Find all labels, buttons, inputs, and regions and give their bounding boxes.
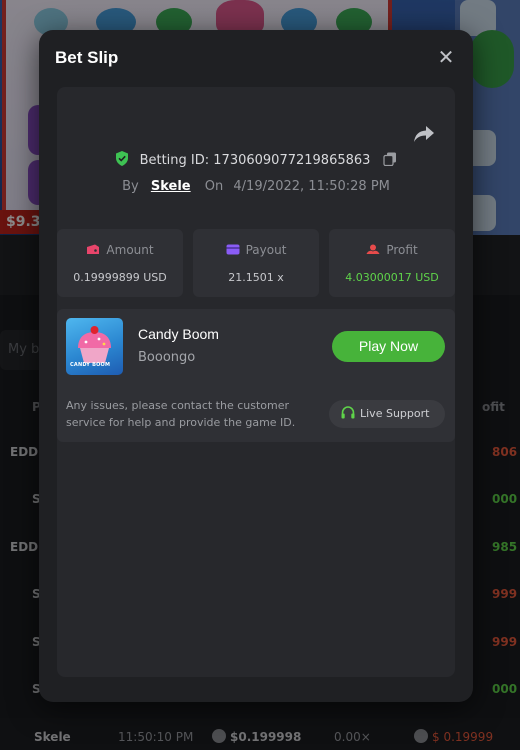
bet-datetime: 4/19/2022, 11:50:28 PM <box>233 179 390 194</box>
live-support-label: Live Support <box>360 407 430 420</box>
support-hint-text: Any issues, please contact the customer … <box>66 399 296 429</box>
username-link[interactable]: Skele <box>151 179 191 194</box>
game-card: CANDY BOOM Candy Boom Booongo Play Now A… <box>57 309 455 442</box>
bet-owner-line: By Skele On 4/19/2022, 11:50:28 PM <box>57 179 455 194</box>
betting-id-label: Betting ID: <box>139 153 210 168</box>
profit-label-row: Profit <box>329 243 455 257</box>
headphones-icon <box>341 406 355 419</box>
profit-stat: Profit 4.03000017 USD <box>329 229 455 297</box>
payout-label-row: Payout <box>193 243 319 257</box>
betting-id-value: 1730609077219865863 <box>213 153 371 168</box>
copy-icon[interactable] <box>382 152 397 166</box>
profit-value: 4.03000017 USD <box>345 271 439 284</box>
play-now-button[interactable]: Play Now <box>332 331 445 362</box>
by-label: By <box>122 179 139 194</box>
game-thumbnail[interactable]: CANDY BOOM <box>66 318 123 375</box>
profit-icon <box>366 244 380 254</box>
profit-label: Profit <box>386 243 418 257</box>
game-thumb-label: CANDY BOOM <box>70 362 111 368</box>
game-provider: Booongo <box>138 350 196 365</box>
amount-icon <box>87 244 100 254</box>
live-support-button[interactable]: Live Support <box>329 400 445 428</box>
modal-title: Bet Slip <box>55 48 119 67</box>
amount-value: 0.19999899 USD <box>73 271 167 284</box>
game-name: Candy Boom <box>138 326 219 342</box>
bet-details-panel: Betting ID: 1730609077219865863 By Skele… <box>57 87 455 677</box>
payout-label: Payout <box>245 243 287 257</box>
payout-stat: Payout 21.1501 x <box>193 229 319 297</box>
bet-slip-modal: Bet Slip ✕ Betting ID: 17306090772198658… <box>39 30 473 702</box>
payout-icon <box>226 244 240 255</box>
amount-label: Amount <box>106 243 154 257</box>
betting-id-line: Betting ID: 1730609077219865863 <box>57 151 455 168</box>
payout-value: 21.1501 x <box>228 271 284 284</box>
share-icon[interactable] <box>413 125 435 143</box>
amount-label-row: Amount <box>57 243 183 257</box>
on-label: On <box>204 179 224 194</box>
close-icon[interactable]: ✕ <box>435 46 457 68</box>
amount-stat: Amount 0.19999899 USD <box>57 229 183 297</box>
shield-check-icon <box>116 151 129 166</box>
